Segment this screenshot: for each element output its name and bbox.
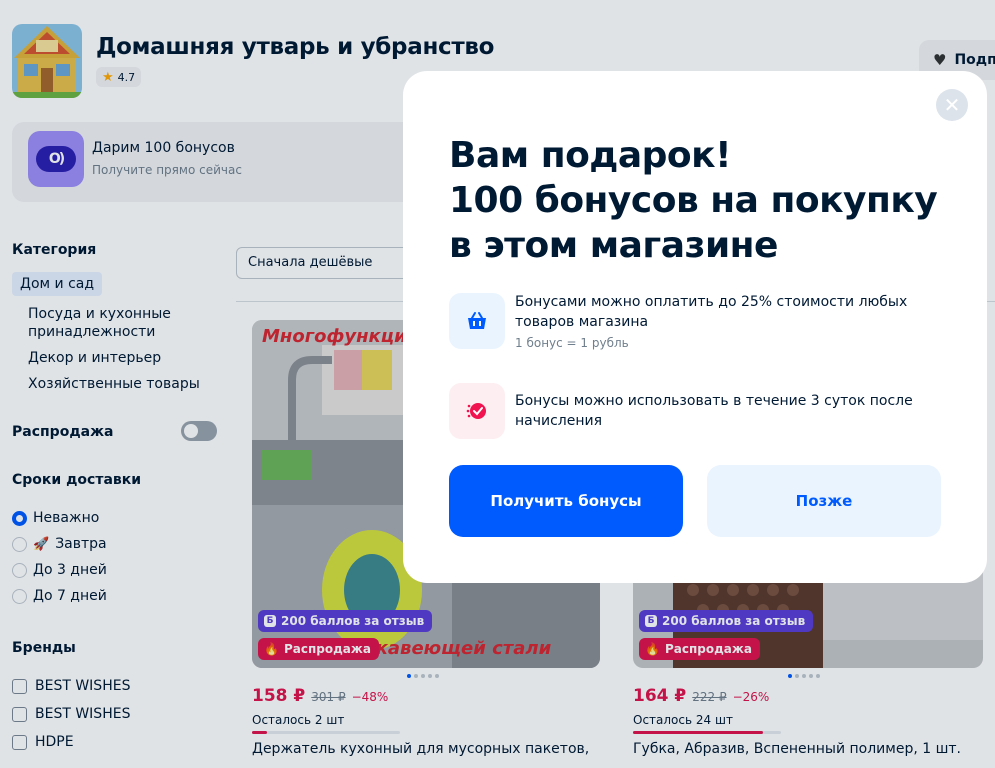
feature-line: Бонусы можно использовать в течение 3 су…	[515, 393, 913, 409]
modal-title: Вам подарок! 100 бонусов на покупку в эт…	[449, 133, 938, 268]
modal-title-line: 100 бонусов на покупку	[449, 180, 938, 221]
feature-payment-note: 1 бонус = 1 рубль	[515, 336, 629, 350]
basket-icon	[449, 293, 505, 349]
feature-line: товаров магазина	[515, 314, 649, 330]
timer-icon	[449, 383, 505, 439]
get-bonuses-button[interactable]: Получить бонусы	[449, 465, 683, 537]
feature-validity-text: Бонусы можно использовать в течение 3 су…	[515, 391, 935, 431]
close-icon[interactable]: ✕	[936, 89, 968, 121]
modal-title-line: в этом магазине	[449, 225, 778, 266]
feature-line: Бонусами можно оплатить до 25% стоимости…	[515, 294, 908, 310]
feature-line: начисления	[515, 413, 603, 429]
feature-payment-text: Бонусами можно оплатить до 25% стоимости…	[515, 292, 935, 332]
bonus-gift-modal: ✕ Вам подарок! 100 бонусов на покупку в …	[403, 71, 987, 583]
modal-title-line: Вам подарок!	[449, 135, 732, 176]
later-button[interactable]: Позже	[707, 465, 941, 537]
